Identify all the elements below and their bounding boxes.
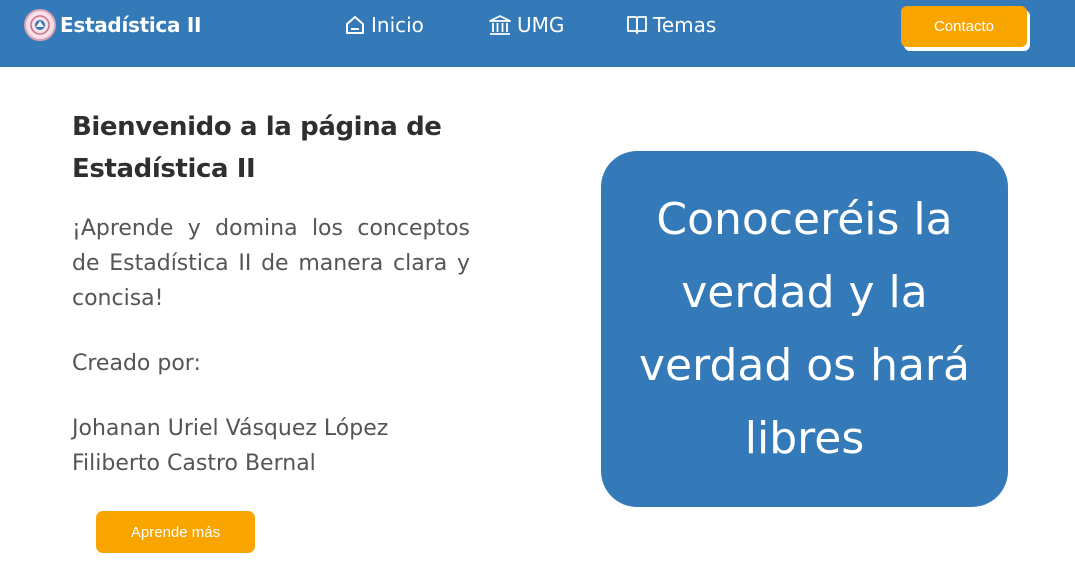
nav-label-temas: Temas [653, 13, 717, 37]
author-name: Johanan Uriel Vásquez López [72, 416, 389, 441]
nav-label-umg: UMG [517, 13, 565, 37]
authors-list: Johanan Uriel Vásquez López Filiberto Ca… [72, 411, 388, 481]
nav-item-temas[interactable]: Temas [626, 13, 716, 37]
brand-title: Estadística II [60, 13, 202, 37]
top-navbar: Estadística II Inicio UMG Temas Contacto [0, 0, 1075, 67]
institution-icon [488, 14, 512, 36]
author-name: Filiberto Castro Bernal [72, 451, 316, 476]
university-seal-icon [24, 9, 56, 41]
nav-item-inicio[interactable]: Inicio [344, 13, 424, 37]
nav-item-umg[interactable]: UMG [488, 13, 564, 37]
brand[interactable]: Estadística II [24, 9, 201, 41]
learn-more-button[interactable]: Aprende más [96, 511, 255, 553]
nav-label-inicio: Inicio [371, 13, 424, 37]
page-title: Bienvenido a la página de Estadística II [72, 112, 442, 184]
quote-text: Conoceréis la verdad y la verdad os hará… [639, 194, 970, 464]
open-book-icon [626, 14, 648, 36]
created-by-label: Creado por: [72, 351, 201, 376]
contact-button[interactable]: Contacto [901, 6, 1027, 47]
home-icon [344, 14, 366, 36]
intro-text: ¡Aprende y domina los conceptos de Estad… [72, 216, 470, 311]
quote-card: Conoceréis la verdad y la verdad os hará… [601, 151, 1008, 507]
